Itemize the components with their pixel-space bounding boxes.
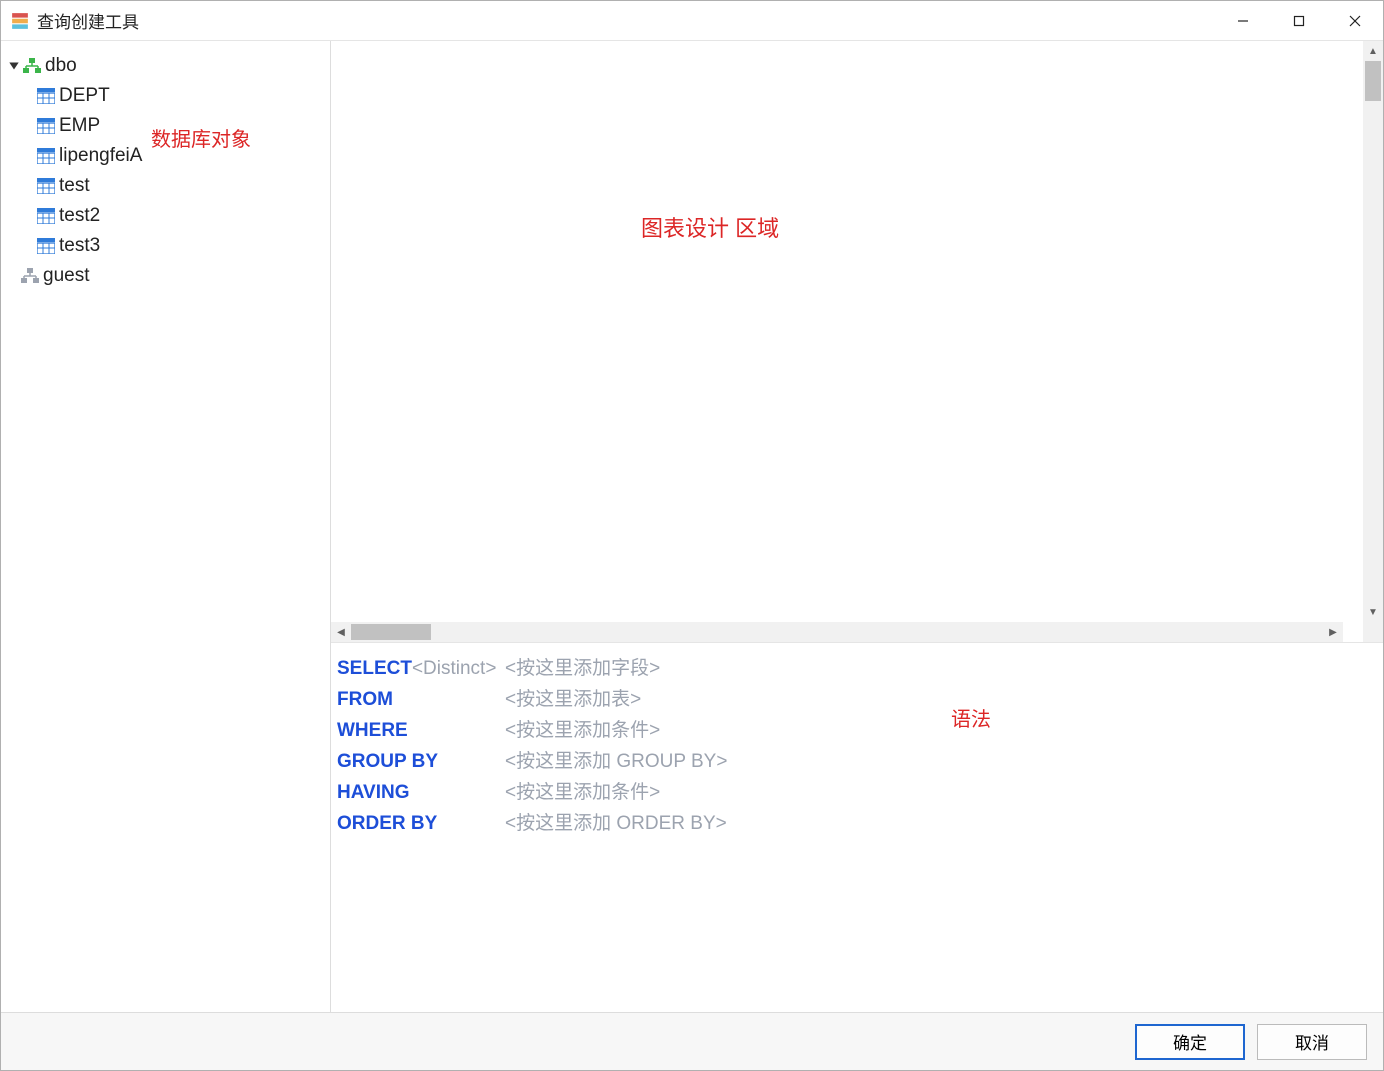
placeholder[interactable]: <按这里添加表> [505, 684, 641, 711]
table-label: lipengfeiA [59, 145, 142, 167]
table-node-test3[interactable]: test3 [1, 231, 330, 261]
keyword: ORDER BY [335, 813, 505, 835]
table-icon [37, 88, 55, 104]
cancel-button[interactable]: 取消 [1257, 1024, 1367, 1060]
app-icon [11, 12, 29, 30]
placeholder[interactable]: <按这里添加条件> [505, 777, 660, 804]
placeholder[interactable]: <按这里添加 ORDER BY> [505, 808, 727, 835]
scroll-down-icon[interactable]: ▼ [1363, 602, 1383, 622]
diagram-design-area[interactable]: 图表设计 区域 ▲ ▼ [331, 41, 1383, 622]
clause-from[interactable]: FROM <按这里添加表> [335, 682, 1383, 713]
table-icon [37, 238, 55, 254]
distinct-suffix: <Distinct> [412, 658, 496, 679]
placeholder[interactable]: <按这里添加条件> [505, 715, 660, 742]
horizontal-scrollbar[interactable]: ◀ ▶ [331, 622, 1343, 642]
schema-icon [23, 58, 41, 74]
titlebar: 查询创建工具 [1, 1, 1383, 41]
annotation-design-area: 图表设计 区域 [641, 211, 779, 243]
placeholder[interactable]: <按这里添加 GROUP BY> [505, 746, 727, 773]
scroll-thumb[interactable] [1365, 61, 1381, 101]
right-pane: 图表设计 区域 ▲ ▼ ◀ ▶ SELECT<Distinct> < [331, 41, 1383, 1012]
table-node-lipengfeia[interactable]: lipengfeiA [1, 141, 330, 171]
keyword: WHERE [335, 720, 505, 742]
scroll-right-icon[interactable]: ▶ [1323, 622, 1343, 642]
placeholder[interactable]: <按这里添加字段> [505, 653, 660, 680]
dialog-footer: 确定 取消 [1, 1012, 1383, 1070]
ok-button[interactable]: 确定 [1135, 1024, 1245, 1060]
clause-orderby[interactable]: ORDER BY <按这里添加 ORDER BY> [335, 806, 1383, 837]
table-label: test3 [59, 235, 100, 257]
table-icon [37, 178, 55, 194]
table-label: test2 [59, 205, 100, 227]
query-builder-window: 查询创建工具 [0, 0, 1384, 1071]
body: dbo DEPT EMP lipengfeiA test test2 [1, 41, 1383, 1012]
maximize-button[interactable] [1271, 1, 1327, 41]
schema-node-guest[interactable]: guest [1, 261, 330, 291]
clause-where[interactable]: WHERE <按这里添加条件> [335, 713, 1383, 744]
table-label: DEPT [59, 85, 110, 107]
keyword: GROUP BY [335, 751, 505, 773]
scroll-up-icon[interactable]: ▲ [1363, 41, 1383, 61]
keyword: HAVING [335, 782, 505, 804]
object-tree-sidebar: dbo DEPT EMP lipengfeiA test test2 [1, 41, 331, 1012]
scroll-thumb[interactable] [351, 624, 431, 640]
clause-having[interactable]: HAVING <按这里添加条件> [335, 775, 1383, 806]
keyword: SELECT [337, 658, 412, 679]
table-icon [37, 148, 55, 164]
vertical-scrollbar[interactable]: ▲ ▼ [1363, 41, 1383, 622]
close-button[interactable] [1327, 1, 1383, 41]
sql-syntax-area: SELECT<Distinct> <按这里添加字段> FROM <按这里添加表>… [331, 642, 1383, 1012]
schema-label: dbo [45, 55, 77, 77]
table-node-test[interactable]: test [1, 171, 330, 201]
table-node-dept[interactable]: DEPT [1, 81, 330, 111]
schema-node-dbo[interactable]: dbo [1, 51, 330, 81]
window-title: 查询创建工具 [37, 8, 139, 33]
table-node-emp[interactable]: EMP [1, 111, 330, 141]
scroll-left-icon[interactable]: ◀ [331, 622, 351, 642]
minimize-button[interactable] [1215, 1, 1271, 41]
scroll-corner [1363, 622, 1383, 642]
table-icon [37, 208, 55, 224]
clause-groupby[interactable]: GROUP BY <按这里添加 GROUP BY> [335, 744, 1383, 775]
table-label: EMP [59, 115, 100, 137]
chevron-down-icon [7, 59, 21, 73]
table-node-test2[interactable]: test2 [1, 201, 330, 231]
table-label: test [59, 175, 90, 197]
schema-icon [21, 268, 39, 284]
table-icon [37, 118, 55, 134]
clause-select[interactable]: SELECT<Distinct> <按这里添加字段> [335, 651, 1383, 682]
keyword: FROM [335, 689, 505, 711]
schema-label: guest [43, 265, 89, 287]
